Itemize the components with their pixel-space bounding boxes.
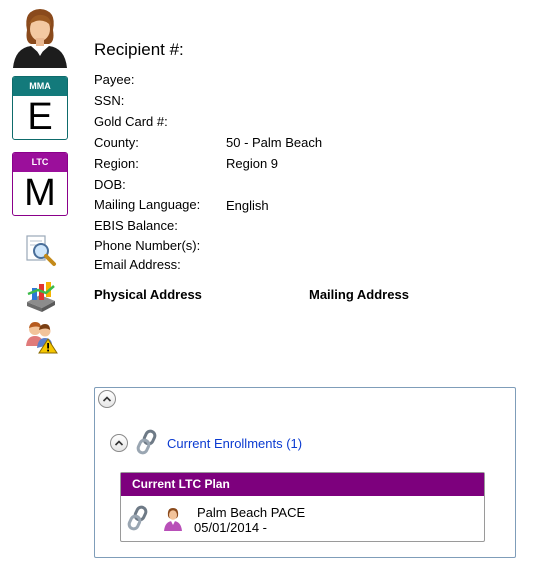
enrollments-panel: Current Enrollments (1) Current LTC Plan… bbox=[94, 387, 516, 558]
mma-badge[interactable]: MMA E bbox=[12, 76, 68, 140]
recipient-avatar-icon bbox=[13, 9, 67, 68]
recipient-title: Recipient #: bbox=[94, 40, 184, 59]
phone-numbers-label: Phone Number(s): bbox=[94, 238, 201, 253]
person-icon bbox=[164, 508, 182, 531]
plan-name: Palm Beach PACE bbox=[197, 505, 306, 520]
mailing-language-value: English bbox=[226, 198, 269, 213]
current-enrollments-link[interactable]: Current Enrollments (1) bbox=[167, 436, 302, 451]
chain-link-icon bbox=[127, 505, 148, 531]
payee-label: Payee: bbox=[94, 72, 135, 87]
search-document-icon[interactable] bbox=[24, 234, 58, 268]
region-value: Region 9 bbox=[226, 156, 279, 171]
ltc-badge[interactable]: LTC M bbox=[12, 152, 68, 216]
county-label: County: bbox=[94, 135, 139, 150]
ssn-label: SSN: bbox=[94, 93, 125, 108]
panel-collapse-button[interactable] bbox=[98, 390, 116, 408]
ebis-balance-label: EBIS Balance: bbox=[94, 218, 178, 233]
email-address-label: Email Address: bbox=[94, 257, 181, 272]
mma-badge-letter: E bbox=[27, 96, 53, 138]
physical-address-heading: Physical Address bbox=[94, 287, 202, 302]
plan-date-range: 05/01/2014 - bbox=[194, 520, 268, 535]
dob-label: DOB: bbox=[94, 177, 126, 192]
ltc-badge-label: LTC bbox=[13, 153, 67, 172]
enrollments-collapse-button[interactable] bbox=[110, 434, 128, 452]
chart-report-icon[interactable] bbox=[24, 278, 58, 312]
region-label: Region: bbox=[94, 156, 139, 171]
people-warning-icon[interactable] bbox=[24, 320, 58, 354]
chain-link-icon bbox=[136, 429, 157, 455]
chevron-up-icon bbox=[114, 440, 124, 446]
left-rail: MMA E LTC M bbox=[0, 0, 80, 566]
mma-badge-label: MMA bbox=[13, 77, 67, 96]
county-value: 50 - Palm Beach bbox=[226, 135, 323, 150]
mailing-language-label: Mailing Language: bbox=[94, 197, 201, 212]
chevron-up-icon bbox=[102, 396, 112, 402]
current-ltc-plan-card[interactable]: Current LTC Plan Palm Beach PACE 05/01/2… bbox=[120, 472, 485, 542]
ltc-badge-letter: M bbox=[24, 172, 56, 214]
mailing-address-heading: Mailing Address bbox=[309, 287, 409, 302]
gold-card-label: Gold Card #: bbox=[94, 114, 168, 129]
current-ltc-plan-header: Current LTC Plan bbox=[121, 473, 484, 496]
